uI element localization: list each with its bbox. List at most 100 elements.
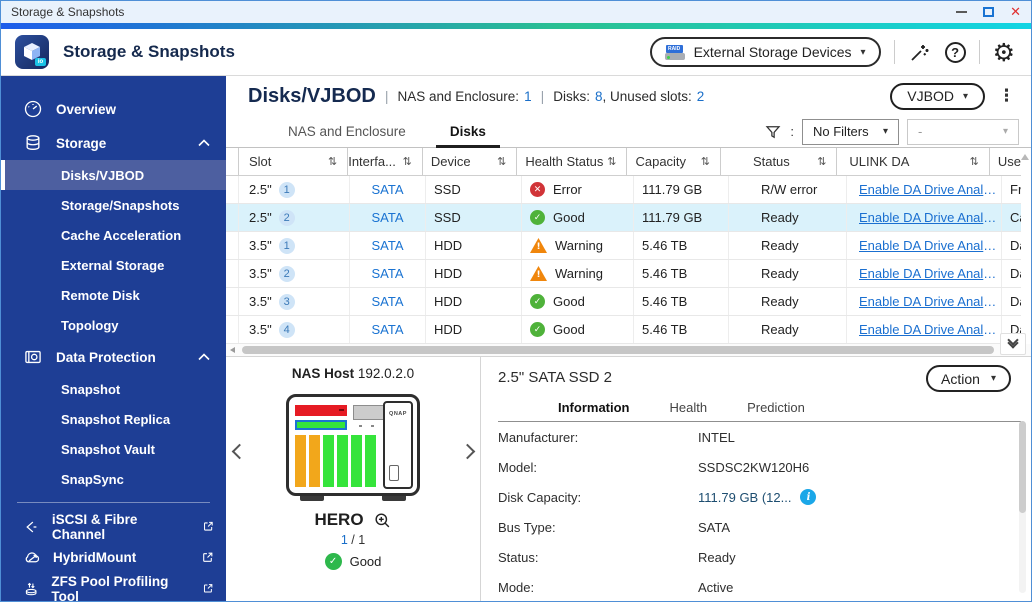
interface-link[interactable]: SATA (371, 182, 403, 197)
sidebar-item-zfs-pool-profiling-tool[interactable]: ZFS Pool Profiling Tool (1, 573, 226, 601)
wand-icon[interactable] (908, 40, 932, 64)
window-title: Storage & Snapshots (11, 5, 125, 19)
column-header-slot[interactable]: Slot (238, 148, 349, 175)
sort-icon[interactable] (328, 155, 337, 168)
table-row[interactable]: 2.5" 1 SATA SSD Error 111.79 GB R/W error… (226, 176, 1021, 204)
tab-information[interactable]: Information (558, 400, 630, 415)
capacity-value: 5.46 TB (642, 266, 688, 281)
caret-down-icon (991, 373, 996, 384)
slot-size: 3.5" (249, 266, 272, 281)
sidebar-item-topology[interactable]: Topology (1, 310, 226, 340)
sidebar-item-cache-acceleration[interactable]: Cache Acceleration (1, 220, 226, 250)
sidebar-item-snapsync[interactable]: SnapSync (1, 464, 226, 494)
scroll-up-icon[interactable] (1021, 154, 1029, 160)
chevron-up-icon[interactable] (198, 353, 210, 361)
sort-icon[interactable] (970, 155, 979, 168)
device-type: HDD (434, 322, 463, 337)
filter-select[interactable]: No Filters (802, 118, 899, 145)
status-value: Ready (761, 294, 799, 309)
nas-host-ip: 192.0.2.0 (357, 366, 415, 381)
sidebar-item-storage-snapshots[interactable]: Storage/Snapshots (1, 190, 226, 220)
good-icon (530, 294, 545, 309)
minimize-icon[interactable] (956, 11, 968, 13)
kebab-icon[interactable] (994, 86, 1019, 106)
nas-page-total: / 1 (351, 533, 366, 547)
interface-link[interactable]: SATA (371, 322, 403, 337)
scroll-left-icon[interactable] (230, 347, 235, 353)
sidebar-item-label: Snapshot Replica (61, 411, 171, 427)
interface-link[interactable]: SATA (371, 210, 403, 225)
nas-enclosure-image[interactable]: QNAP (286, 394, 420, 496)
sidebar-item-overview[interactable]: Overview (1, 92, 226, 126)
capacity-value: 5.46 TB (642, 322, 688, 337)
tab-nas-and-enclosure[interactable]: NAS and Enclosure (266, 116, 428, 147)
sort-icon[interactable] (607, 155, 616, 168)
sidebar-item-snapshot-replica[interactable]: Snapshot Replica (1, 404, 226, 434)
enable-da-link[interactable]: Enable DA Drive Analy... (859, 182, 997, 197)
scrollbar-thumb[interactable] (242, 346, 994, 354)
column-header-use[interactable]: Use (990, 148, 1021, 175)
tab-disks[interactable]: Disks (428, 116, 508, 148)
enable-da-link[interactable]: Enable DA Drive Analy... (859, 322, 997, 337)
magnifier-plus-icon[interactable] (373, 511, 392, 530)
sidebar-item-iscsi-fibre-channel[interactable]: iSCSI & Fibre Channel (1, 511, 226, 542)
nas-bay-good (351, 435, 362, 487)
table-row[interactable]: 2.5" 2 SATA SSD Good 111.79 GB Ready Enab… (226, 204, 1021, 232)
sidebar-item-label: Overview (56, 101, 117, 117)
summary-unused-label: , Unused slots: (602, 88, 692, 104)
vertical-scrollbar[interactable] (1019, 148, 1031, 344)
column-header-device[interactable]: Device (423, 148, 518, 175)
sidebar-item-disks-vjbod[interactable]: Disks/VJBOD (1, 160, 226, 190)
sidebar-item-snapshot[interactable]: Snapshot (1, 374, 226, 404)
help-icon[interactable] (944, 41, 966, 63)
sort-icon[interactable] (403, 155, 412, 168)
horizontal-scrollbar[interactable] (226, 344, 1031, 356)
info-icon[interactable] (800, 489, 817, 505)
tab-health[interactable]: Health (670, 400, 708, 415)
sidebar-item-label: Cache Acceleration (61, 227, 182, 243)
column-header-health-status[interactable]: Health Status (517, 148, 628, 175)
table-row[interactable]: 3.5" 1 SATA HDD Warning 5.46 TB Ready Ena… (226, 232, 1021, 260)
tab-prediction[interactable]: Prediction (747, 400, 805, 415)
funnel-icon[interactable] (764, 123, 782, 141)
enable-da-link[interactable]: Enable DA Drive Analy... (859, 210, 997, 225)
external-storage-devices-button[interactable]: RAID External Storage Devices (649, 37, 881, 67)
maximize-icon[interactable] (983, 7, 995, 17)
vjbod-button[interactable]: VJBOD (890, 82, 985, 110)
action-button[interactable]: Action (926, 365, 1011, 392)
column-header-ulink-da[interactable]: ULINK DA (837, 148, 990, 175)
table-row[interactable]: 3.5" 2 SATA HDD Warning 5.46 TB Ready Ena… (226, 260, 1021, 288)
interface-link[interactable]: SATA (371, 238, 403, 253)
interface-link[interactable]: SATA (371, 294, 403, 309)
table-row[interactable]: 3.5" 3 SATA HDD Good 5.46 TB Ready Enable… (226, 288, 1021, 316)
chevron-right-icon[interactable] (456, 441, 478, 463)
chevron-left-icon[interactable] (228, 441, 250, 463)
sidebar-item-data-protection[interactable]: Data Protection (1, 340, 226, 374)
sidebar-item-remote-disk[interactable]: Remote Disk (1, 280, 226, 310)
sidebar-item-hybridmount[interactable]: HybridMount (1, 542, 226, 573)
sort-icon[interactable] (817, 155, 826, 168)
chevron-up-icon[interactable] (198, 139, 210, 147)
scrollbar-thumb[interactable] (1019, 421, 1026, 513)
sidebar-item-snapshot-vault[interactable]: Snapshot Vault (1, 434, 226, 464)
double-chevron-down-icon[interactable] (1000, 333, 1026, 355)
capacity-value: 5.46 TB (642, 238, 688, 253)
sort-icon[interactable] (701, 155, 710, 168)
enable-da-link[interactable]: Enable DA Drive Analy... (859, 294, 997, 309)
column-header-status[interactable]: Status (721, 148, 838, 175)
column-header-interface[interactable]: Interfa... (348, 148, 423, 175)
interface-link[interactable]: SATA (371, 266, 403, 281)
column-header-capacity[interactable]: Capacity (627, 148, 721, 175)
details-scrollbar[interactable] (1019, 421, 1026, 593)
sort-icon[interactable] (497, 155, 506, 168)
table-row[interactable]: 3.5" 4 SATA HDD Good 5.46 TB Ready Enable… (226, 316, 1021, 344)
field-bus-type: Bus Type: SATA (498, 512, 1031, 542)
enable-da-link[interactable]: Enable DA Drive Analy... (859, 266, 997, 281)
enable-da-link[interactable]: Enable DA Drive Analy... (859, 238, 997, 253)
health-label: Error (553, 182, 582, 197)
sidebar-item-storage[interactable]: Storage (1, 126, 226, 160)
sidebar-item-external-storage[interactable]: External Storage (1, 250, 226, 280)
close-icon[interactable] (1010, 6, 1021, 19)
filter-secondary-select[interactable]: - (907, 118, 1019, 145)
gear-icon[interactable] (993, 40, 1015, 65)
